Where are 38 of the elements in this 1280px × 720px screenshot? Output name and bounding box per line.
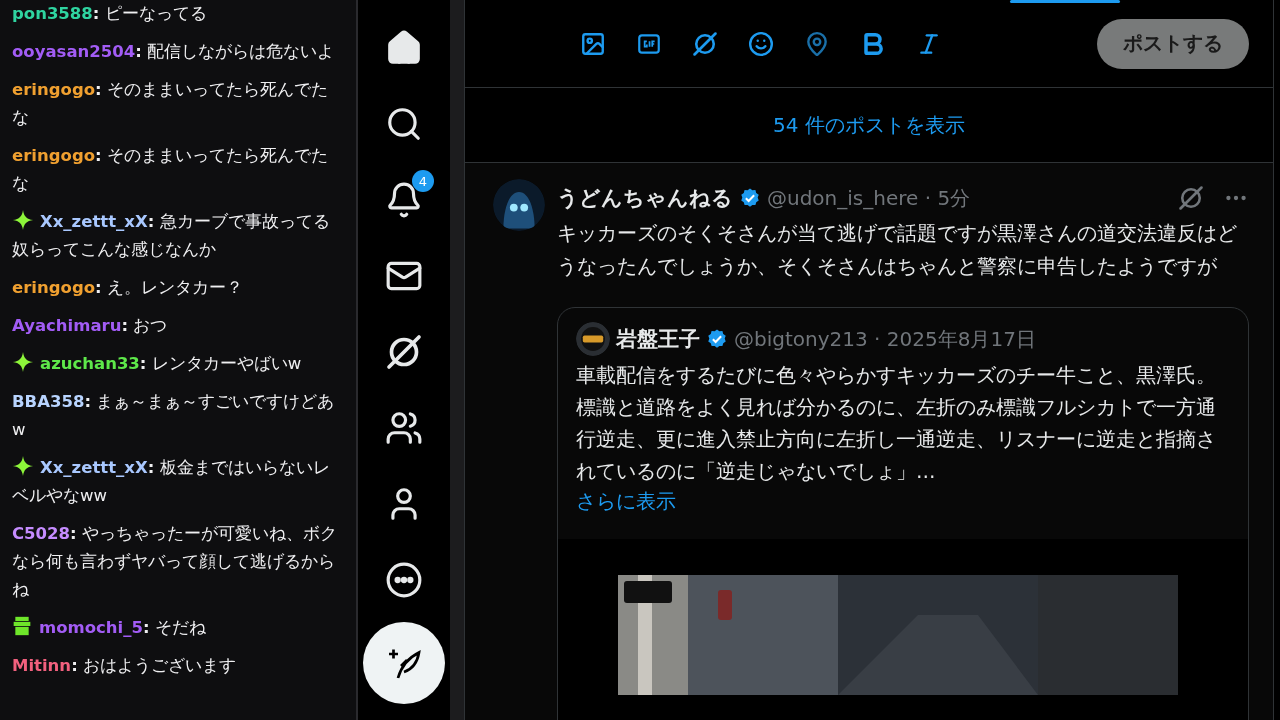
search-icon[interactable] (385, 105, 423, 143)
sparkle-badge-icon (12, 455, 34, 477)
chat-message: Xx_zettt_xX: 急カーブで事故ってる奴らってこんな感じなんか (12, 208, 342, 274)
chat-message: Xx_zettt_xX: 板金まではいらないレベルやなww (12, 454, 342, 520)
chat-message: momochi_5: そだね (12, 614, 342, 652)
author-name[interactable]: うどんちゃんねる (557, 184, 733, 212)
author-name[interactable]: 岩盤王子 (616, 325, 700, 353)
post-text: キッカーズのそくそさんが当て逃げで話題ですが黒澤さんの道交法違反はどうなったんでしょうか、そくそさんはちゃんと警察に申告したようですが (557, 220, 1238, 280)
show-posts-link[interactable]: 54 件のポストを表示 (773, 111, 965, 139)
location-pin-icon[interactable] (804, 30, 830, 57)
chat-message: azuchan33: レンタカーやばいw (12, 350, 342, 388)
more-icon[interactable] (385, 561, 423, 599)
sparkle-badge-icon (12, 351, 34, 373)
chat-message: ooyasan2504: 配信しながらは危ないよ (12, 41, 336, 63)
chat-message: eringogo: そのままいってたら死んでたな (12, 79, 329, 129)
chat-message: eringogo: え。レンタカー？ (12, 277, 244, 299)
chat-message: Mitinn: おはようございます (12, 655, 237, 677)
people-icon[interactable] (385, 409, 423, 447)
chat-message: BBA358: まぁ～まぁ～すごいですけどあw (12, 391, 336, 441)
show-more-link[interactable]: さらに表示 (576, 489, 676, 513)
avatar[interactable] (493, 179, 545, 231)
quoted-post[interactable]: 岩盤王子 @bigtony213 · 2025年8月17日 車載配信をするたびに色々やらかすキッカーズのチー牛こと、黒澤氏。 標識と道路をよく見れば分かるのに、左折のみ標識フルシカトで一方通行逆走、更に進入禁止方向に左折し一通逆走、リスナーに逆走と指摘されているのに「逆走じゃないでしょ」… さらに表示 (557, 307, 1249, 720)
sparkle-badge-icon (12, 209, 34, 231)
chat-message: eringogo: そのままいってたら死んでたな (12, 145, 329, 195)
chat-message: pon3588: ピーなってる (12, 3, 208, 25)
home-icon[interactable] (385, 29, 423, 67)
quoted-text: 車載配信をするたびに色々やらかすキッカーズのチー牛こと、黒澤氏。 (575, 363, 1217, 389)
quoted-text: 標識と道路をよく見れば分かるのに、左折のみ標識フルシカトで一方通行逆走、更に進入禁止方向に左折し一通逆走、リスナーに逆走と指摘されているのに「逆走じゃないでしょ」… (575, 395, 1217, 485)
gift-badge-icon (12, 616, 32, 636)
chat-message: Ayachimaru: おつ (12, 315, 169, 337)
notification-count: 4 (412, 170, 434, 192)
chat-message: C5028: やっちゃったーが可愛いね、ボクなら何も言わずヤバって顔して逃げるからね (12, 523, 338, 601)
grok-icon[interactable] (691, 29, 719, 58)
post-meta: @bigtony213 · 2025年8月17日 (734, 325, 1036, 353)
avatar[interactable] (576, 322, 610, 356)
post-meta: @udon_is_here · 5分 (767, 184, 971, 212)
image-icon[interactable] (580, 30, 606, 57)
emoji-icon[interactable] (748, 30, 774, 57)
